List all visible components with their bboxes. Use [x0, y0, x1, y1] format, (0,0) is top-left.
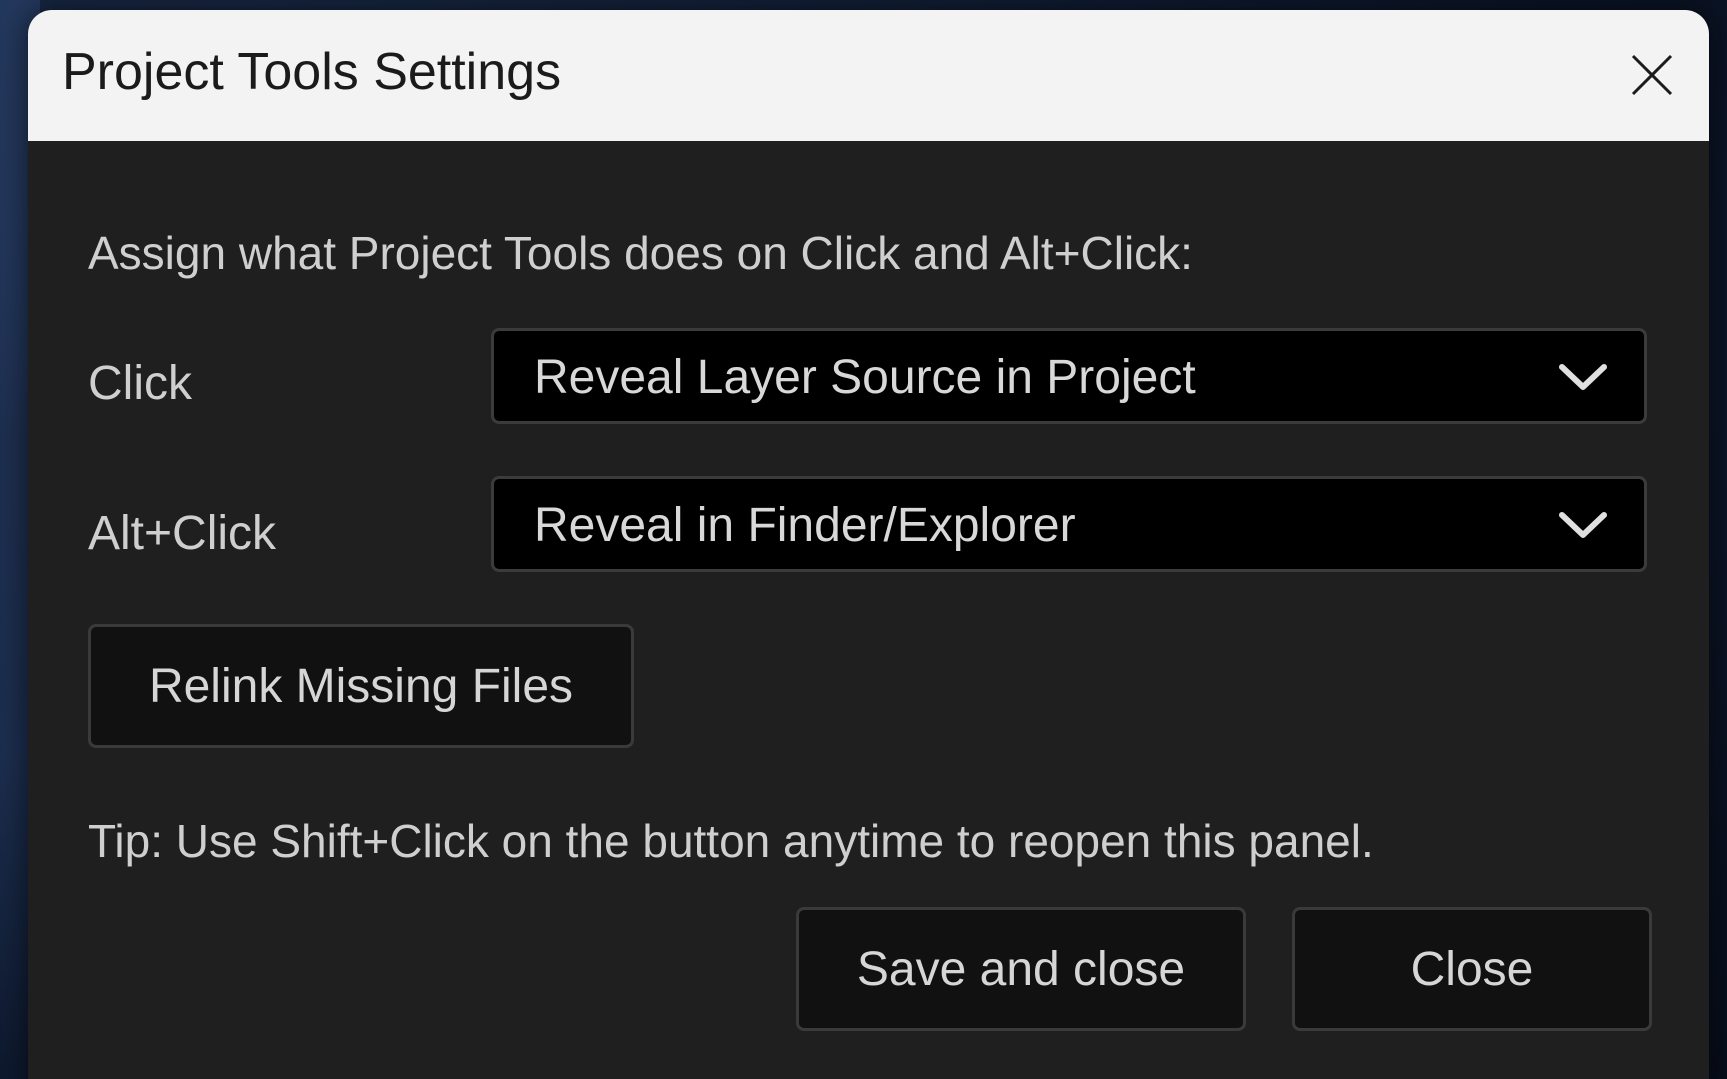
close-button[interactable]: Close — [1292, 907, 1652, 1031]
instruction-text: Assign what Project Tools does on Click … — [88, 227, 1193, 279]
dialog-title-bar: Project Tools Settings — [28, 10, 1709, 141]
click-action-select[interactable]: Reveal Layer Source in Project — [491, 328, 1647, 424]
click-action-value: Reveal Layer Source in Project — [534, 351, 1196, 404]
click-label: Click — [88, 357, 192, 410]
alt-click-action-value: Reveal in Finder/Explorer — [534, 499, 1076, 552]
save-and-close-button[interactable]: Save and close — [796, 907, 1246, 1031]
chevron-down-icon — [1558, 361, 1608, 393]
alt-click-label: Alt+Click — [88, 507, 277, 560]
alt-click-action-select[interactable]: Reveal in Finder/Explorer — [491, 476, 1647, 572]
close-icon[interactable] — [1627, 50, 1677, 100]
settings-dialog: Project Tools Settings Assign what Proje… — [28, 10, 1709, 1079]
relink-missing-files-button[interactable]: Relink Missing Files — [88, 624, 634, 748]
dialog-title: Project Tools Settings — [62, 43, 562, 101]
tip-text: Tip: Use Shift+Click on the button anyti… — [88, 815, 1374, 867]
chevron-down-icon — [1558, 509, 1608, 541]
